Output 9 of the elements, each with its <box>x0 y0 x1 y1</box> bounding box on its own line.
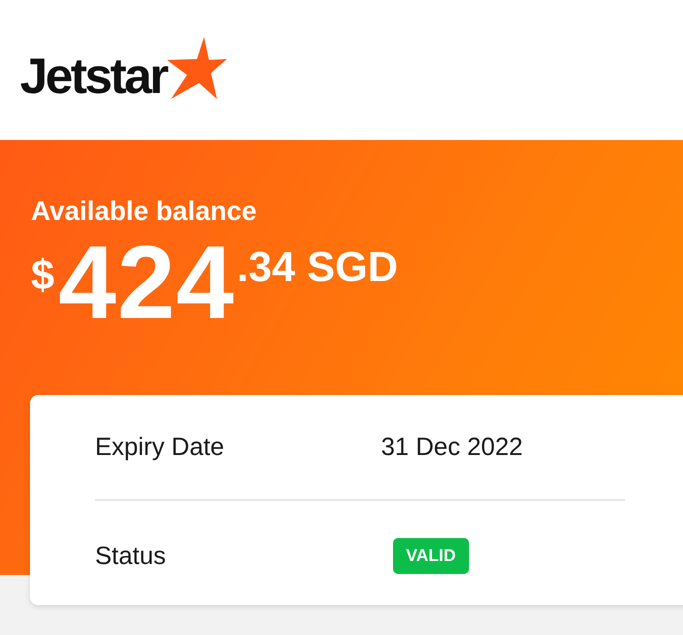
detail-label: Status <box>95 542 167 570</box>
balance-label: Available balance <box>31 198 258 225</box>
currency-symbol: $ <box>31 251 54 299</box>
detail-label: Expiry Date <box>95 432 226 462</box>
balance-fraction: .34 SGD <box>236 243 398 291</box>
status-badge: VALID <box>393 538 469 574</box>
detail-value: 31 Dec 2022 <box>381 432 523 462</box>
balance-amount: 424 <box>58 231 235 335</box>
logo-text: Jetstar <box>20 51 166 101</box>
